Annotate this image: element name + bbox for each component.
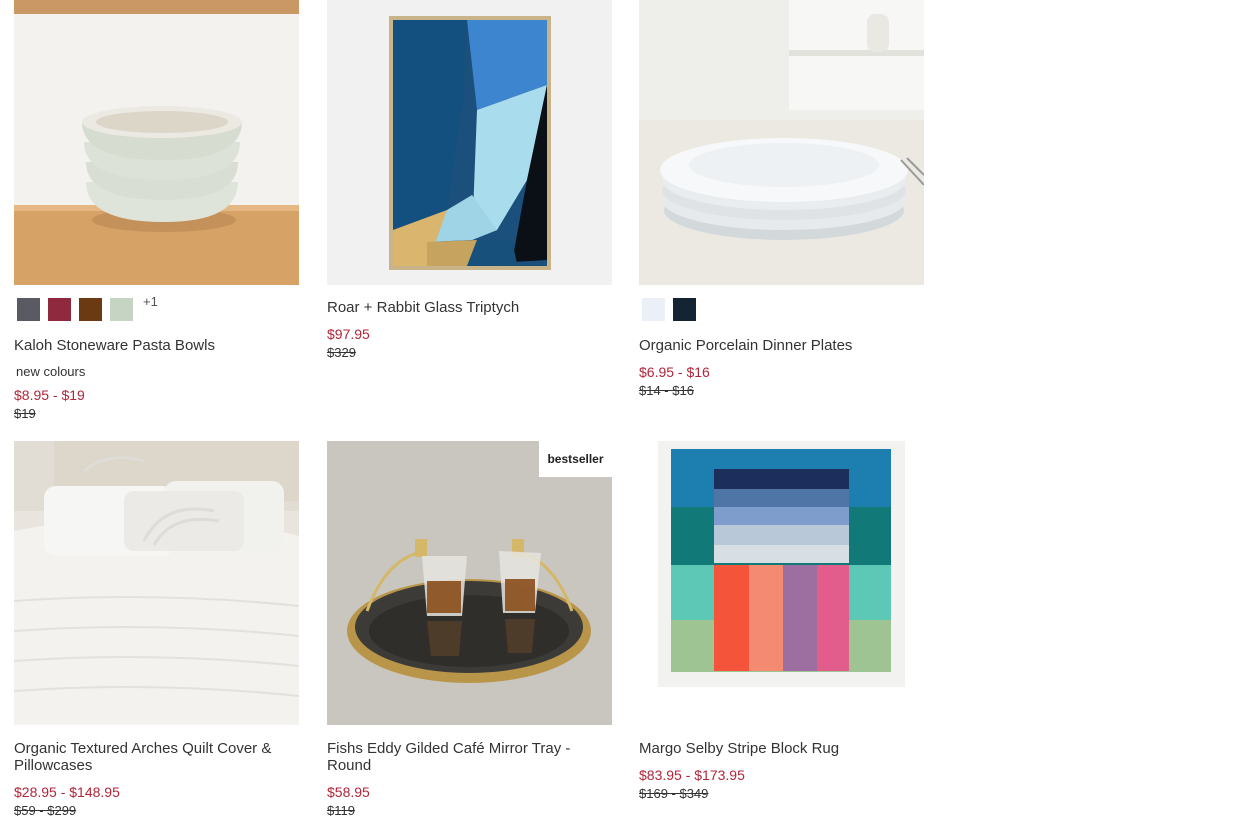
product-image-mirror-tray[interactable]: bestseller: [327, 441, 612, 726]
product-image-stripe-rug[interactable]: [639, 441, 924, 726]
swatch-brown[interactable]: [79, 298, 102, 321]
swatch-sage[interactable]: [110, 298, 133, 321]
product-card-stripe-block-rug[interactable]: Margo Selby Stripe Block Rug $83.95 - $1…: [639, 441, 924, 801]
sale-price: $8.95 - $19: [14, 387, 85, 403]
product-title[interactable]: Fishs Eddy Gilded Café Mirror Tray - Rou…: [327, 740, 612, 774]
sale-price: $97.95: [327, 326, 370, 342]
sale-price: $28.95 - $148.95: [14, 784, 120, 800]
bestseller-badge: bestseller: [539, 441, 612, 477]
swatch-navy[interactable]: [673, 298, 696, 321]
swatch-grey[interactable]: [17, 298, 40, 321]
swatch-red[interactable]: [48, 298, 71, 321]
new-colours-note: new colours: [16, 364, 86, 379]
swatch-white[interactable]: [642, 298, 665, 321]
product-title[interactable]: Organic Porcelain Dinner Plates: [639, 337, 924, 354]
original-price: $14 - $16: [639, 383, 694, 398]
more-swatches-count[interactable]: +1: [143, 294, 158, 309]
product-card-mirror-tray[interactable]: bestseller Fishs Eddy Gilded Café Mirror…: [327, 441, 612, 818]
product-card-glass-triptych[interactable]: Roar + Rabbit Glass Triptych $97.95 $329: [327, 0, 612, 360]
original-price: $119: [327, 803, 355, 818]
product-title[interactable]: Organic Textured Arches Quilt Cover & Pi…: [14, 740, 284, 774]
product-image-dinner-plates[interactable]: [639, 0, 924, 285]
color-swatches: [639, 298, 924, 324]
product-card-porcelain-dinner-plates[interactable]: Organic Porcelain Dinner Plates $6.95 - …: [639, 0, 924, 398]
sale-price: $83.95 - $173.95: [639, 767, 745, 783]
product-image-quilt-cover[interactable]: [14, 441, 299, 726]
original-price: $169 - $349: [639, 786, 709, 801]
color-swatches: +1: [14, 294, 299, 324]
original-price: $329: [327, 345, 356, 360]
sale-price: $6.95 - $16: [639, 364, 710, 380]
product-title[interactable]: Margo Selby Stripe Block Rug: [639, 740, 924, 757]
product-card-kaloh-pasta-bowls[interactable]: +1 Kaloh Stoneware Pasta Bowls new colou…: [14, 0, 299, 421]
product-title[interactable]: Kaloh Stoneware Pasta Bowls: [14, 337, 299, 354]
sale-price: $58.95: [327, 784, 370, 800]
product-image-pasta-bowls[interactable]: [14, 0, 299, 285]
original-price: $59 - $299: [14, 803, 77, 818]
product-image-glass-triptych[interactable]: [327, 0, 612, 285]
original-price: $19: [14, 406, 36, 421]
product-card-arches-quilt-cover[interactable]: Organic Textured Arches Quilt Cover & Pi…: [14, 441, 299, 818]
product-title[interactable]: Roar + Rabbit Glass Triptych: [327, 299, 612, 316]
